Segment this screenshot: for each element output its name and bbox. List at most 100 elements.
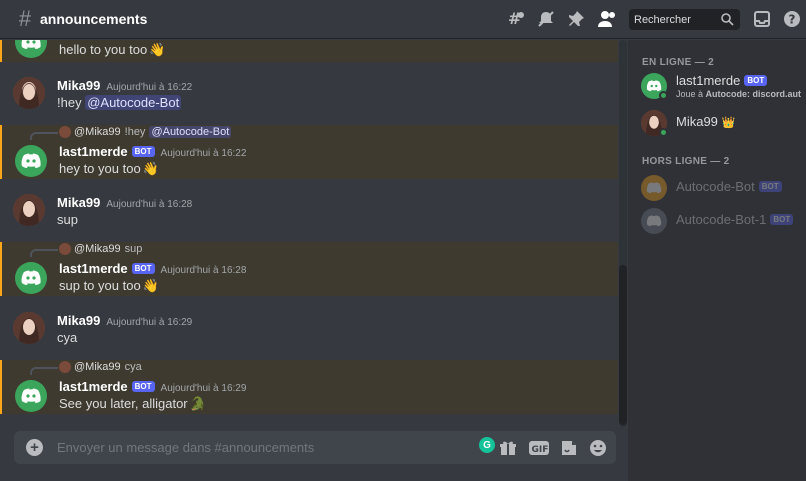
message-content: cya (57, 330, 77, 345)
user-mention[interactable]: @Autocode-Bot (85, 95, 182, 110)
message-item: Mika99 Aujourd'hui à 16:28 sup (0, 193, 618, 233)
pin-icon[interactable] (566, 9, 586, 29)
discord-logo-icon (646, 80, 662, 92)
avatar[interactable] (15, 262, 47, 294)
message-input-placeholder[interactable]: Envoyer un message dans #announcements (57, 440, 314, 455)
message-item: hello to you too 👋 (0, 40, 618, 62)
search-input[interactable]: Rechercher (629, 9, 740, 30)
message-item: @Mika99 sup last1merde BOT Aujourd'hui à 1… (0, 242, 618, 296)
message-content: sup (57, 212, 78, 227)
discord-logo-icon (21, 388, 41, 403)
message-timestamp: Aujourd'hui à 16:29 (160, 383, 247, 394)
message-timestamp: Aujourd'hui à 16:28 (160, 265, 247, 276)
author-name: Mika99 (57, 313, 101, 328)
crocodile-emoji: 🐊 (189, 396, 206, 411)
message-list[interactable]: hello to you too 👋 Mika99 Aujourd'hui à 16… (0, 40, 618, 426)
avatar (641, 208, 667, 234)
message-item: Mika99 Aujourd'hui à 16:22 !hey @Autocode… (0, 76, 618, 116)
message-text: sup to you too (59, 278, 141, 293)
message-item: @Mika99 cya last1merde BOT Aujourd'hui à 1… (0, 360, 618, 414)
channel-header: # announcements # Rechercher ? (0, 0, 806, 39)
message-author[interactable]: last1merde BOT Aujourd'hui à 16:22 (59, 144, 246, 159)
discord-logo-icon (21, 270, 41, 285)
member-name: Mika99 👑 (676, 114, 736, 129)
message-author[interactable]: last1merde BOT Aujourd'hui à 16:28 (59, 261, 246, 276)
search-icon (721, 13, 734, 26)
member-item[interactable]: last1merde BOT Joue à Autocode: discord.a… (641, 73, 801, 107)
message-author[interactable]: Mika99 Aujourd'hui à 16:22 (57, 78, 192, 93)
online-status-dot (659, 91, 668, 100)
threads-icon[interactable]: # (506, 9, 526, 29)
message-author[interactable]: Mika99 Aujourd'hui à 16:28 (57, 195, 192, 210)
channel-name: announcements (40, 11, 148, 27)
discord-logo-icon (21, 40, 41, 49)
reply-connector (30, 132, 58, 140)
avatar[interactable] (13, 312, 45, 344)
offline-header: HORS LIGNE — 2 (642, 156, 730, 167)
avatar (641, 175, 667, 201)
wave-emoji: 👋 (142, 161, 159, 176)
member-list: EN LIGNE — 2 last1merde BOT Joue à Autoco… (628, 40, 806, 481)
member-item[interactable]: Mika99 👑 (641, 110, 801, 144)
message-content: hello to you too 👋 (59, 42, 165, 58)
plus-icon[interactable]: + (26, 439, 43, 456)
bot-badge: BOT (131, 263, 155, 274)
member-name: Autocode-Bot BOT (676, 179, 782, 194)
bot-badge: BOT (770, 214, 794, 225)
message-author[interactable]: last1merde BOT Aujourd'hui à 16:29 (59, 379, 246, 394)
message-timestamp: Aujourd'hui à 16:29 (106, 317, 193, 328)
reply-author: @Mika99 (74, 361, 121, 373)
reply-avatar (59, 243, 71, 255)
crown-icon: 👑 (721, 117, 736, 129)
avatar[interactable] (13, 77, 45, 109)
message-text: See you later, alligator (59, 396, 188, 411)
message-content: hey to you too 👋 (59, 161, 159, 177)
gif-icon[interactable]: GIF (528, 438, 550, 458)
reply-connector (30, 249, 58, 257)
reply-avatar (59, 126, 71, 138)
message-content: sup to you too 👋 (59, 278, 159, 294)
svg-text:GIF: GIF (532, 445, 549, 455)
members-icon[interactable] (597, 9, 617, 29)
hash-icon: # (18, 6, 32, 31)
reply-text: !hey (124, 126, 146, 138)
member-item[interactable]: Autocode-Bot BOT (641, 175, 801, 209)
wave-emoji: 👋 (149, 42, 166, 57)
gift-icon[interactable] (498, 438, 518, 458)
bot-badge: BOT (758, 181, 782, 192)
sticker-icon[interactable] (559, 438, 579, 458)
online-header: EN LIGNE — 2 (642, 57, 714, 68)
reply-preview[interactable]: @Mika99 !hey @Autocode-Bot (59, 126, 232, 138)
discord-logo-icon (646, 182, 662, 194)
mute-icon[interactable] (536, 9, 556, 29)
discord-logo-icon (646, 215, 662, 227)
avatar[interactable] (15, 40, 47, 58)
bot-badge: BOT (131, 146, 155, 157)
grammarly-icon[interactable]: G (479, 437, 495, 453)
member-activity: Joue à Autocode: discord.auto... (676, 89, 801, 99)
reply-avatar (59, 361, 71, 373)
message-timestamp: Aujourd'hui à 16:28 (106, 199, 193, 210)
member-item[interactable]: Autocode-Bot-1 BOT (641, 208, 801, 242)
avatar[interactable] (13, 194, 45, 226)
svg-text:?: ? (789, 13, 796, 27)
message-author[interactable]: Mika99 Aujourd'hui à 16:29 (57, 313, 192, 328)
online-status-dot (659, 128, 668, 137)
emoji-icon[interactable] (588, 438, 608, 458)
avatar[interactable] (15, 145, 47, 177)
message-item: Mika99 Aujourd'hui à 16:29 cya (0, 311, 618, 351)
author-name: Mika99 (57, 78, 101, 93)
reply-preview[interactable]: @Mika99 cya (59, 361, 142, 373)
bot-badge: BOT (744, 75, 768, 86)
help-icon[interactable]: ? (782, 9, 802, 29)
inbox-icon[interactable] (752, 9, 772, 29)
message-composer[interactable]: + Envoyer un message dans #announcements… (14, 431, 616, 464)
message-timestamp: Aujourd'hui à 16:22 (106, 82, 193, 93)
message-timestamp: Aujourd'hui à 16:22 (160, 148, 247, 159)
avatar[interactable] (15, 380, 47, 412)
scrollbar-thumb[interactable] (619, 265, 627, 425)
wave-emoji: 👋 (142, 278, 159, 293)
author-name: Mika99 (57, 195, 101, 210)
reply-preview[interactable]: @Mika99 sup (59, 243, 142, 255)
message-text: cya (57, 330, 78, 345)
